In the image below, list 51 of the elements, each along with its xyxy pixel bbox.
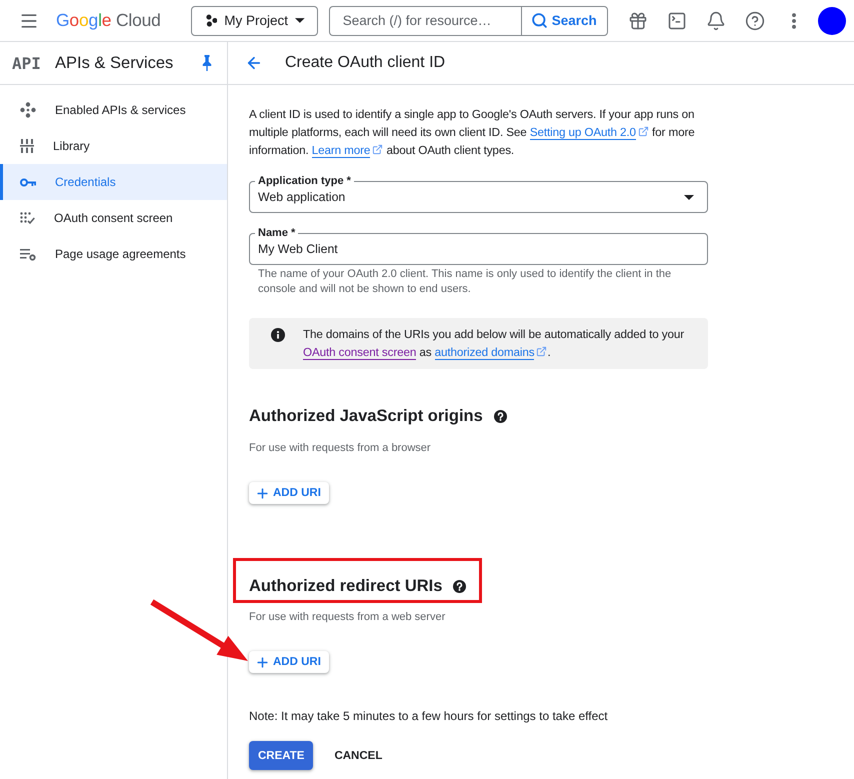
cancel-button[interactable]: CANCEL xyxy=(321,741,396,770)
api-nodes-icon xyxy=(20,102,36,118)
add-uri-button[interactable]: ADD URI xyxy=(249,482,329,504)
input-field[interactable]: Name * My Web Client xyxy=(249,226,708,265)
sidebar-item[interactable]: OAuth consent screen xyxy=(0,200,227,236)
sidebar-item[interactable]: Library xyxy=(0,128,227,164)
create-button[interactable]: CREATE xyxy=(249,741,314,770)
sidebar-item[interactable]: Credentials xyxy=(0,164,227,200)
info-icon xyxy=(271,328,285,342)
list-settings-icon xyxy=(20,248,36,260)
section-heading: Authorized JavaScript origins xyxy=(249,406,483,427)
key-icon xyxy=(20,178,36,186)
note-text: Note: It may take 5 minutes to a few hours for settings to take effect xyxy=(249,708,609,724)
help-icon[interactable] xyxy=(453,580,466,592)
text-link[interactable]: Setting up OAuth 2.0 xyxy=(530,126,636,140)
help-icon[interactable] xyxy=(744,10,765,30)
text-link[interactable]: authorized domains xyxy=(434,346,534,360)
library-icon xyxy=(20,139,34,153)
section-heading: Authorized redirect URIs xyxy=(249,576,442,597)
consent-grid-icon xyxy=(20,212,35,224)
search-button[interactable]: Search xyxy=(520,6,608,36)
sidebar-item[interactable]: Page usage agreements xyxy=(0,236,227,272)
section-description: For use with requests from a browser xyxy=(249,441,432,455)
select-field[interactable]: Application type * Web application xyxy=(249,174,708,213)
pin-icon[interactable] xyxy=(202,55,212,71)
sidebar-item[interactable]: Enabled APIs & services xyxy=(0,92,227,128)
intro-text: A client ID is used to identify a single app to Google's OAuth servers. If your app runs on multiple platforms, each will need its own client ID. See Setting up OAuth 2.0 for more information. Learn more about OAuth client types. xyxy=(249,107,696,160)
add-uri-button[interactable]: ADD URI xyxy=(249,651,329,673)
project-picker[interactable]: My Project xyxy=(190,6,318,36)
caret-icon xyxy=(684,194,694,200)
sidebar-title: APIs & Services xyxy=(55,54,174,72)
api-logo: API xyxy=(12,54,42,72)
project-icon xyxy=(206,14,218,27)
help-icon[interactable] xyxy=(494,410,507,422)
page-title: Create OAuth client ID xyxy=(285,54,446,72)
plus-icon xyxy=(255,486,270,500)
section-description: For use with requests from a web server xyxy=(249,610,446,624)
gift-icon[interactable] xyxy=(628,10,648,30)
text-link[interactable]: Learn more xyxy=(312,144,370,158)
terminal-icon[interactable] xyxy=(666,10,687,30)
logo[interactable]: Google Cloud xyxy=(56,10,161,31)
field-label: Application type * xyxy=(255,174,354,188)
info-text: The domains of the URIs you add below will be automatically added to your OAuth consent screen as authorized domains . xyxy=(303,327,686,362)
notifications-icon[interactable] xyxy=(706,10,726,30)
helper-text: The name of your OAuth 2.0 client. This name is only used to identify the client in the console and will not be shown to end users. xyxy=(257,267,672,297)
search-icon xyxy=(530,12,548,29)
caret-icon xyxy=(295,18,305,23)
search-field[interactable]: Search (/) for resource… xyxy=(328,6,521,36)
text-link[interactable]: OAuth consent screen xyxy=(303,346,416,360)
plus-icon xyxy=(255,654,270,670)
avatar[interactable] xyxy=(818,6,846,34)
